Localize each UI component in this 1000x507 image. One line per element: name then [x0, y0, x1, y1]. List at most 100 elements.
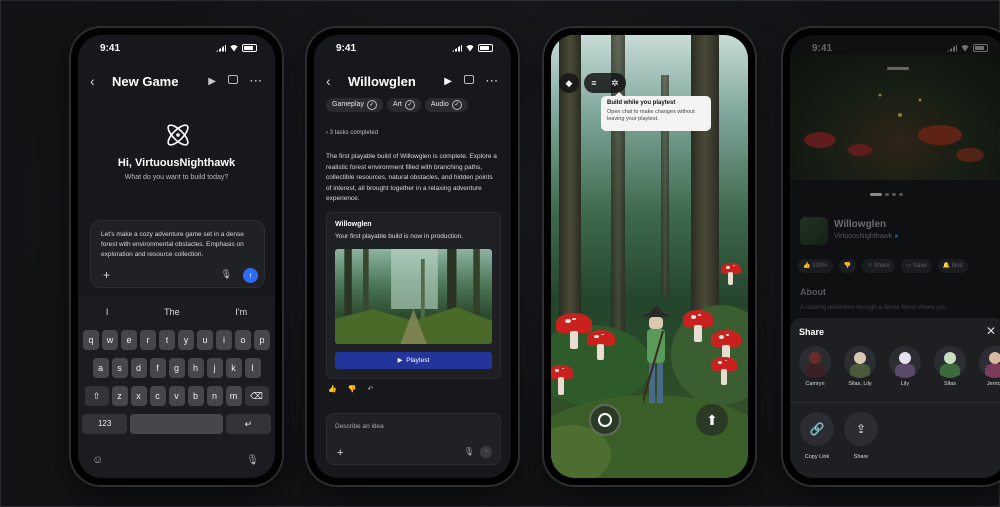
key-k[interactable]: k	[225, 358, 242, 378]
contact-name: Camryn	[805, 381, 825, 387]
key-s[interactable]: s	[111, 358, 128, 378]
idea-placeholder[interactable]: Describe an idea	[335, 423, 384, 430]
add-icon[interactable]: +	[103, 268, 110, 282]
page-title: New Game	[112, 73, 179, 89]
jump-button[interactable]: ⬆	[696, 404, 728, 436]
key-b[interactable]: b	[187, 386, 204, 406]
thumbs-down-icon[interactable]: 👎	[348, 385, 357, 393]
share-contact[interactable]: Silas, Lily	[841, 346, 879, 387]
menu-icon[interactable]: ≡	[591, 78, 596, 88]
dictation-icon[interactable]: 🎙	[246, 455, 259, 466]
signal-icon	[452, 44, 462, 52]
thumbs-up-icon[interactable]: 👍	[328, 385, 337, 393]
key-c[interactable]: c	[149, 386, 166, 406]
key-p[interactable]: p	[254, 330, 270, 350]
share-contact[interactable]: Lily	[886, 346, 924, 387]
key-v[interactable]: v	[168, 386, 185, 406]
key-i[interactable]: i	[216, 330, 232, 350]
delete-key[interactable]: ⌫	[244, 386, 269, 406]
send-button[interactable]: ↑	[480, 446, 492, 458]
space-key[interactable]	[130, 414, 223, 434]
mic-icon[interactable]: 🎙	[221, 269, 232, 280]
add-icon[interactable]: +	[337, 447, 343, 459]
wifi-icon	[229, 44, 239, 52]
share-contact[interactable]: Silas	[931, 346, 969, 387]
key-e[interactable]: e	[121, 330, 137, 350]
atom-icon	[167, 124, 189, 146]
more-icon[interactable]: ···	[250, 76, 263, 87]
avatar[interactable]	[799, 346, 831, 378]
key-t[interactable]: t	[159, 330, 175, 350]
suggestion[interactable]: I'm	[235, 307, 247, 321]
more-icon[interactable]: ···	[486, 76, 499, 87]
rating-button[interactable]: 👍 100%	[798, 259, 833, 273]
save-action[interactable]: ▭ Save	[900, 259, 932, 273]
key-y[interactable]: y	[178, 330, 194, 350]
sheet-handle[interactable]	[887, 67, 909, 70]
emoji-icon[interactable]: ☺	[92, 454, 103, 466]
idea-input[interactable]: Describe an idea + 🎙 ↑	[326, 413, 501, 465]
share-icon[interactable]: ⇪	[844, 412, 878, 446]
key-u[interactable]: u	[197, 330, 213, 350]
key-l[interactable]: l	[244, 358, 261, 378]
copy-link-option[interactable]: 🔗 Copy Link	[799, 412, 835, 460]
share-action[interactable]: ↗ Share	[861, 259, 895, 273]
wifi-icon	[960, 44, 970, 52]
chat-toggle[interactable]: ≡ ✲	[584, 73, 626, 93]
avatar[interactable]	[979, 346, 1000, 378]
play-icon[interactable]: ▶	[444, 76, 452, 87]
key-n[interactable]: n	[206, 386, 223, 406]
numbers-key[interactable]: 123	[82, 414, 128, 434]
player-avatar	[643, 305, 668, 405]
playtest-button[interactable]: ▶ Playtest	[335, 352, 492, 369]
share-contact[interactable]: Jerrick	[976, 346, 1000, 387]
roblox-menu-button[interactable]: ◆	[559, 73, 579, 93]
tasks-completed[interactable]: › 3 tasks completed	[326, 130, 378, 136]
play-icon[interactable]: ▶	[208, 76, 216, 87]
back-icon[interactable]: ‹	[90, 73, 106, 89]
prompt-text[interactable]: Let's make a cozy adventure game set in …	[101, 230, 254, 260]
header: ‹ New Game ▶ ···	[90, 72, 263, 90]
chip-audio[interactable]: Audio ✓	[424, 98, 468, 112]
check-icon: ✓	[404, 100, 415, 110]
layout-icon[interactable]	[464, 75, 474, 87]
shift-key[interactable]: ⇧	[84, 386, 109, 406]
phone-willowglen-chat: 9:41 ‹ Willowglen ▶ ··· Gameplay ✓ Art ✓ A…	[307, 28, 518, 485]
assistant-icon[interactable]: ✲	[611, 78, 619, 89]
key-d[interactable]: d	[130, 358, 147, 378]
key-j[interactable]: j	[206, 358, 223, 378]
key-g[interactable]: g	[168, 358, 185, 378]
chip-gameplay[interactable]: Gameplay ✓	[326, 98, 383, 112]
key-row-4: 123 ↵	[82, 414, 272, 434]
retry-icon[interactable]: ↶	[367, 385, 373, 393]
dislike-button[interactable]: 👎	[838, 259, 856, 273]
layout-icon[interactable]	[228, 75, 238, 87]
share-option[interactable]: ⇪ Share	[843, 412, 879, 460]
avatar[interactable]	[889, 346, 921, 378]
avatar[interactable]	[934, 346, 966, 378]
suggestion[interactable]: I	[106, 307, 109, 321]
key-x[interactable]: x	[130, 386, 147, 406]
notify-action[interactable]: 🔔 Noti	[937, 259, 968, 273]
link-icon[interactable]: 🔗	[800, 412, 834, 446]
suggestion[interactable]: The	[164, 307, 180, 321]
back-icon[interactable]: ‹	[326, 73, 342, 89]
prompt-composer[interactable]: Let's make a cozy adventure game set in …	[90, 220, 265, 288]
send-button[interactable]: ↑	[243, 268, 258, 283]
key-r[interactable]: r	[140, 330, 156, 350]
key-z[interactable]: z	[111, 386, 128, 406]
key-f[interactable]: f	[149, 358, 166, 378]
chip-art[interactable]: Art ✓	[386, 98, 421, 112]
record-button[interactable]	[589, 404, 621, 436]
avatar[interactable]	[844, 346, 876, 378]
mic-icon[interactable]: 🎙	[464, 447, 474, 456]
key-w[interactable]: w	[102, 330, 118, 350]
key-h[interactable]: h	[187, 358, 204, 378]
key-q[interactable]: q	[83, 330, 99, 350]
return-key[interactable]: ↵	[225, 414, 272, 434]
close-icon[interactable]: ✕	[986, 324, 996, 338]
key-m[interactable]: m	[225, 386, 242, 406]
key-a[interactable]: a	[92, 358, 109, 378]
share-contact[interactable]: Camryn	[796, 346, 834, 387]
key-o[interactable]: o	[235, 330, 251, 350]
